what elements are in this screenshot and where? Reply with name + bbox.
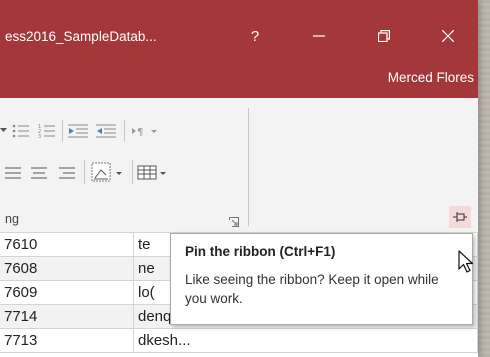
table-row[interactable]: 7713 dkesh... [0,329,478,353]
minimize-button[interactable] [296,20,342,52]
tooltip-title: Pin the ribbon (Ctrl+F1) [185,244,336,259]
ribbon-separator [62,120,63,142]
align-right-icon[interactable] [56,162,78,184]
text-cell[interactable]: dkesh... [134,329,478,353]
id-cell[interactable]: 7610 [0,233,134,257]
id-cell[interactable]: 7609 [0,281,134,305]
pin-ribbon-tooltip: Pin the ribbon (Ctrl+F1) Like seeing the… [170,233,473,325]
align-center-icon[interactable] [28,162,50,184]
ribbon: 123 ¶ ng [0,98,478,233]
id-cell[interactable]: 7714 [0,305,134,329]
decrease-indent-icon[interactable] [66,120,90,142]
dialog-launcher-icon[interactable] [229,214,239,227]
help-button[interactable]: ? [232,20,278,52]
gridlines-icon[interactable] [136,160,170,186]
ribbon-group-separator [248,108,249,226]
align-left-icon[interactable] [2,162,24,184]
ribbon-separator [84,160,85,184]
close-button[interactable] [425,20,471,52]
minimize-icon [313,35,325,37]
restore-icon [378,30,390,42]
help-icon: ? [250,27,260,45]
user-name[interactable]: Merced Flores [388,70,474,85]
svg-text:3: 3 [38,134,41,139]
restore-button[interactable] [361,20,407,52]
pin-ribbon-icon [453,212,467,222]
ribbon-separator [124,120,125,142]
bullets-dropdown-icon[interactable] [0,122,8,140]
pin-ribbon-button[interactable] [449,206,471,228]
bullets-icon[interactable] [10,120,32,142]
title-bar: ess2016_SampleDatab... ? [0,0,478,60]
access-window: ess2016_SampleDatab... ? Merced Flores 1… [0,0,478,357]
document-title: ess2016_SampleDatab... [5,29,157,44]
increase-indent-icon[interactable] [94,120,118,142]
mouse-cursor-icon [458,250,478,276]
ribbon-group-label: ng [5,212,19,226]
background-color-icon[interactable] [90,160,126,186]
close-icon [442,30,454,42]
svg-text:¶: ¶ [137,127,143,137]
id-cell[interactable]: 7608 [0,257,134,281]
paragraph-direction-icon[interactable]: ¶ [130,120,160,142]
numbering-icon[interactable]: 123 [36,120,58,142]
ribbon-separator [132,160,133,184]
tooltip-body: Like seeing the ribbon? Keep it open whi… [185,272,439,306]
id-cell[interactable]: 7713 [0,329,134,353]
